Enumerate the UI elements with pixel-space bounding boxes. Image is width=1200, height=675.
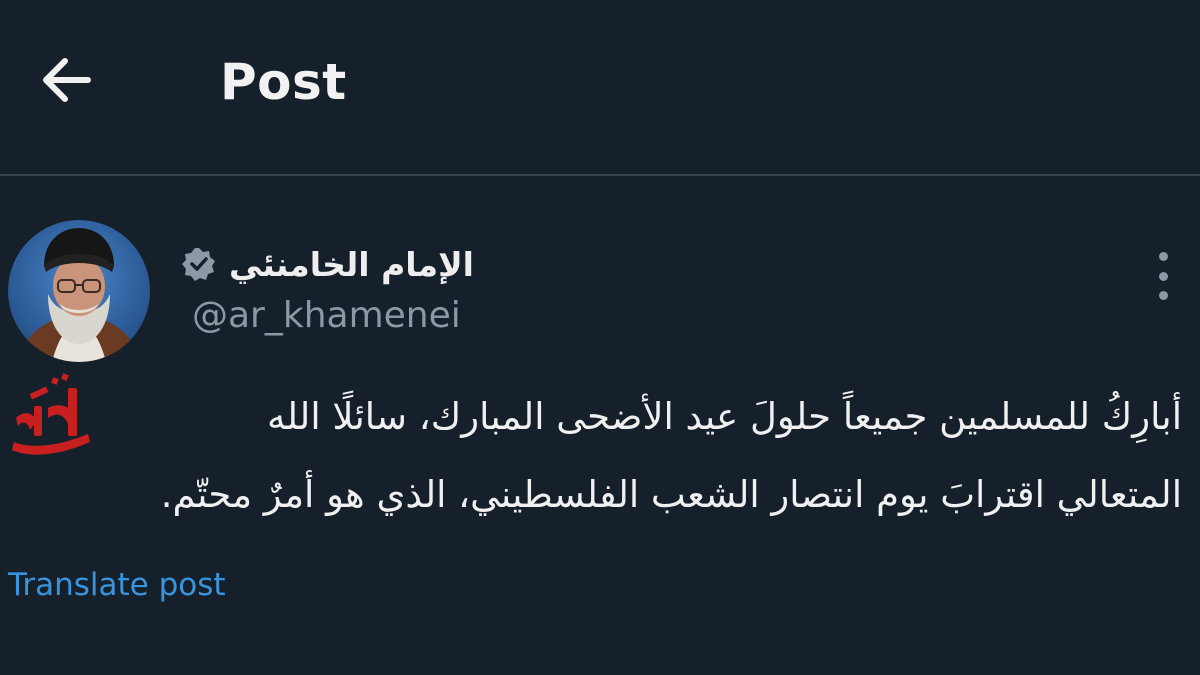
back-button[interactable] [30,44,102,116]
avatar-portrait [18,228,140,362]
verified-badge-icon [181,246,217,282]
translate-post-link[interactable]: Translate post [8,562,226,608]
author-handle[interactable]: @ar_khamenei [192,292,461,340]
post-text: أبارِكُ للمسلمين جميعاً حلولَ عيد الأضحى… [122,378,1182,534]
more-options-button[interactable] [1143,248,1183,304]
top-bar: Post [0,0,1200,176]
more-vertical-icon-dot [1158,291,1168,300]
page-title: Post [220,53,347,111]
more-vertical-icon-dot [1158,271,1168,281]
more-vertical-icon [1158,252,1168,261]
author-display-name: الإمام الخامنئي [228,244,474,284]
author-name-row[interactable]: الإمام الخامنئي [181,240,474,288]
post-page: Post الإمام الخامنئي @ar_khamenei أبارِك… [0,0,1200,675]
post-text-line: أبارِكُ للمسلمين جميعاً حلولَ عيد الأضحى… [266,395,1182,438]
post-text-line: المتعالي اقترابَ يوم انتصار الشعب الفلسط… [160,473,1182,516]
watermark-logo [8,372,98,458]
arrow-left-icon [43,58,91,102]
avatar[interactable] [8,220,150,362]
